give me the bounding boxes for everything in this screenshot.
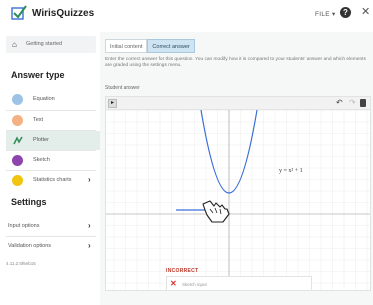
plotter-toolbar: ▸ ↶ ↷ xyxy=(106,97,370,110)
sidebar: ⌂ Getting started Answer type Equation T… xyxy=(0,32,100,305)
answer-type-title: Answer type xyxy=(11,70,65,80)
feedback-box: ✕ Sketch input xyxy=(166,276,312,291)
wiris-logo-icon xyxy=(11,5,27,20)
getting-started-button[interactable]: ⌂ Getting started xyxy=(6,36,96,53)
feedback-text: Sketch input xyxy=(182,282,207,287)
file-menu-button[interactable]: FILE ▾ xyxy=(315,10,336,18)
equation-icon xyxy=(12,94,23,105)
app-header: WirisQuizzes FILE ▾ ? ✕ xyxy=(0,0,373,32)
redo-icon[interactable]: ↷ xyxy=(349,98,356,107)
close-icon[interactable]: ✕ xyxy=(361,6,370,18)
sidebar-item-text[interactable]: Text xyxy=(6,111,100,130)
chevron-down-icon: ▾ xyxy=(332,11,336,18)
incorrect-icon: ✕ xyxy=(170,279,177,288)
sidebar-item-label: Validation options xyxy=(8,243,52,249)
tab-initial-content[interactable]: Initial content xyxy=(105,39,148,53)
content-tabs: Initial content Correct answer xyxy=(105,39,195,53)
sidebar-item-validation-options[interactable]: Validation options › xyxy=(6,237,100,256)
help-icon[interactable]: ? xyxy=(340,7,351,18)
main-panel: Initial content Correct answer Enter the… xyxy=(100,32,373,305)
sidebar-item-label: Statistics charts xyxy=(33,177,72,183)
sidebar-item-label: Sketch xyxy=(33,157,50,163)
grid xyxy=(106,110,370,290)
plotter-canvas[interactable]: ▸ ↶ ↷ y = x² + 1 xyxy=(105,96,371,291)
tab-correct-answer[interactable]: Correct answer xyxy=(147,39,195,53)
instructions-text: Enter the correct answer for this questi… xyxy=(105,57,366,69)
feedback-status: INCORRECT xyxy=(166,268,199,274)
delete-icon[interactable] xyxy=(360,99,366,107)
app-title: WirisQuizzes xyxy=(32,8,95,19)
sidebar-item-sketch[interactable]: Sketch xyxy=(6,151,100,170)
settings-title: Settings xyxy=(11,197,47,207)
sidebar-item-label: Plotter xyxy=(33,137,49,143)
sketch-icon xyxy=(12,155,23,166)
home-icon: ⌂ xyxy=(12,40,17,49)
statistics-charts-icon xyxy=(12,175,23,186)
chevron-right-icon: › xyxy=(88,175,91,184)
getting-started-label: Getting started xyxy=(26,41,63,47)
chevron-right-icon: › xyxy=(88,221,91,230)
select-tool-icon[interactable]: ▸ xyxy=(108,99,117,108)
version-label: 4.11.2.5f6eb15 xyxy=(6,261,36,266)
chevron-right-icon: › xyxy=(88,241,91,250)
plotter-icon xyxy=(13,136,23,145)
text-icon xyxy=(12,115,23,126)
sidebar-item-equation[interactable]: Equation xyxy=(6,90,100,109)
graph-area[interactable]: y = x² + 1 xyxy=(106,110,370,290)
curve-label: y = x² + 1 xyxy=(279,168,303,174)
file-menu-label: FILE xyxy=(315,11,330,18)
sidebar-item-plotter[interactable]: Plotter xyxy=(6,131,100,150)
sidebar-item-statistics-charts[interactable]: Statistics charts › xyxy=(6,171,100,190)
sidebar-item-input-options[interactable]: Input options › xyxy=(6,217,100,236)
student-answer-label: Student answer xyxy=(105,85,140,91)
sidebar-item-label: Equation xyxy=(33,96,55,102)
hand-cursor-icon xyxy=(202,200,230,223)
sidebar-item-label: Text xyxy=(33,117,44,123)
undo-icon[interactable]: ↶ xyxy=(336,98,343,107)
sidebar-item-label: Input options xyxy=(8,223,40,229)
